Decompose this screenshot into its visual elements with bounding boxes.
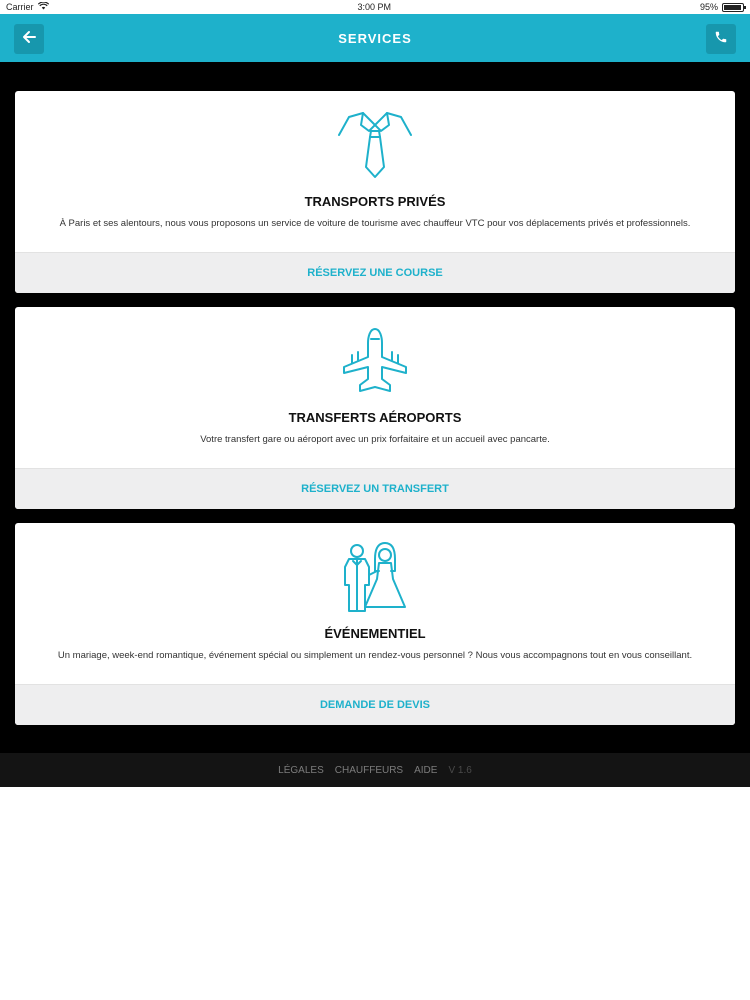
- footer-link-drivers[interactable]: CHAUFFEURS: [335, 765, 403, 776]
- service-title: ÉVÉNEMENTIEL: [324, 626, 426, 641]
- airplane-icon: [340, 327, 410, 402]
- service-description: Un mariage, week-end romantique, événeme…: [57, 650, 693, 661]
- status-bar: Carrier 3:00 PM 95%: [0, 0, 750, 14]
- service-card-airport-transfer: TRANSFERTS AÉROPORTS Votre transfert gar…: [15, 307, 735, 509]
- services-list: TRANSPORTS PRIVÉS À Paris et ses alentou…: [0, 62, 750, 753]
- request-quote-button[interactable]: DEMANDE DE DEVIS: [15, 684, 735, 725]
- footer-link-help[interactable]: AIDE: [414, 765, 437, 776]
- footer: LÉGALES CHAUFFEURS AIDE V 1.6: [0, 753, 750, 787]
- clock: 3:00 PM: [357, 2, 392, 12]
- wedding-couple-icon: [339, 541, 411, 618]
- book-ride-button[interactable]: RÉSERVEZ UNE COURSE: [15, 252, 735, 293]
- call-button[interactable]: [706, 24, 736, 54]
- service-title: TRANSFERTS AÉROPORTS: [288, 410, 462, 425]
- service-description: Votre transfert gare ou aéroport avec un…: [200, 434, 550, 445]
- back-button[interactable]: [14, 24, 44, 54]
- service-card-events: ÉVÉNEMENTIEL Un mariage, week-end romant…: [15, 523, 735, 725]
- arrow-left-icon: [22, 30, 36, 49]
- page-title: SERVICES: [338, 30, 412, 46]
- tie-collar-icon: [335, 107, 415, 184]
- battery-percent: 95%: [699, 2, 718, 12]
- app-version: V 1.6: [448, 764, 472, 776]
- service-description: À Paris et ses alentours, nous vous prop…: [59, 218, 691, 229]
- battery-icon: [722, 2, 746, 12]
- footer-link-legal[interactable]: LÉGALES: [278, 765, 324, 776]
- wifi-icon: [37, 1, 49, 12]
- top-nav-bar: SERVICES: [0, 14, 750, 62]
- carrier-label: Carrier: [6, 2, 34, 12]
- book-transfer-button[interactable]: RÉSERVEZ UN TRANSFERT: [15, 468, 735, 509]
- service-card-private-transport: TRANSPORTS PRIVÉS À Paris et ses alentou…: [15, 91, 735, 293]
- phone-icon: [714, 30, 728, 49]
- service-title: TRANSPORTS PRIVÉS: [304, 194, 446, 209]
